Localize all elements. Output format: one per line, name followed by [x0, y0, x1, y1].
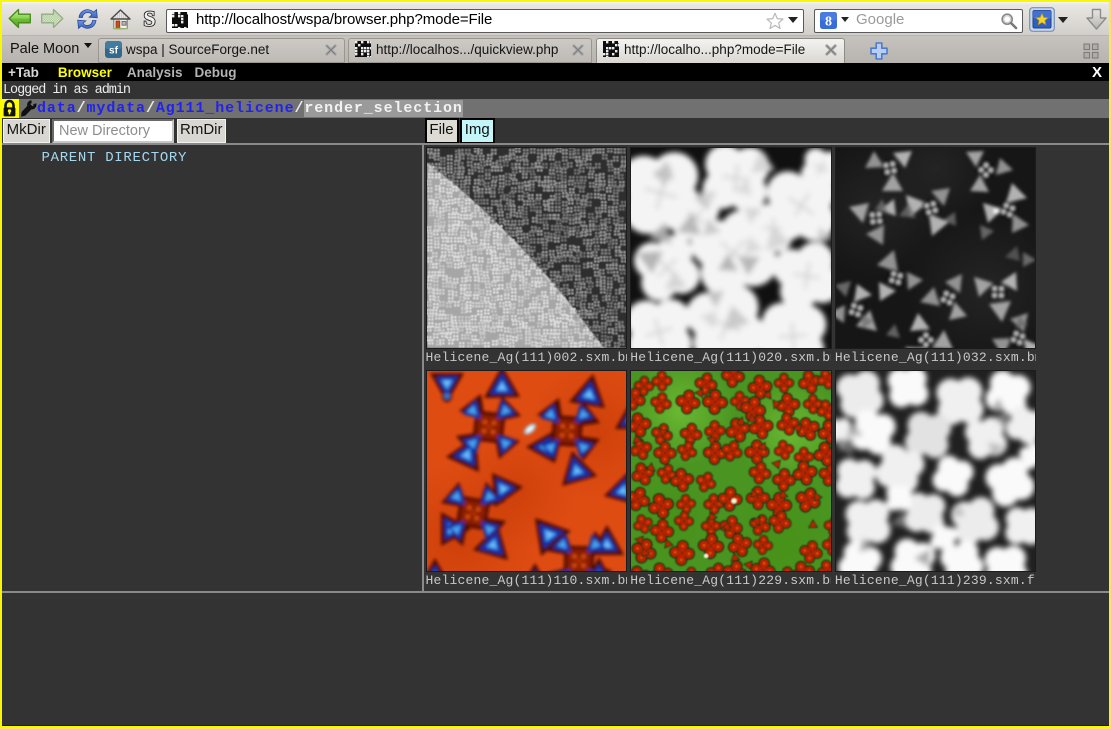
svg-text:S: S — [143, 8, 155, 30]
svg-text:sf: sf — [109, 46, 119, 57]
svg-text:8: 8 — [825, 14, 832, 29]
